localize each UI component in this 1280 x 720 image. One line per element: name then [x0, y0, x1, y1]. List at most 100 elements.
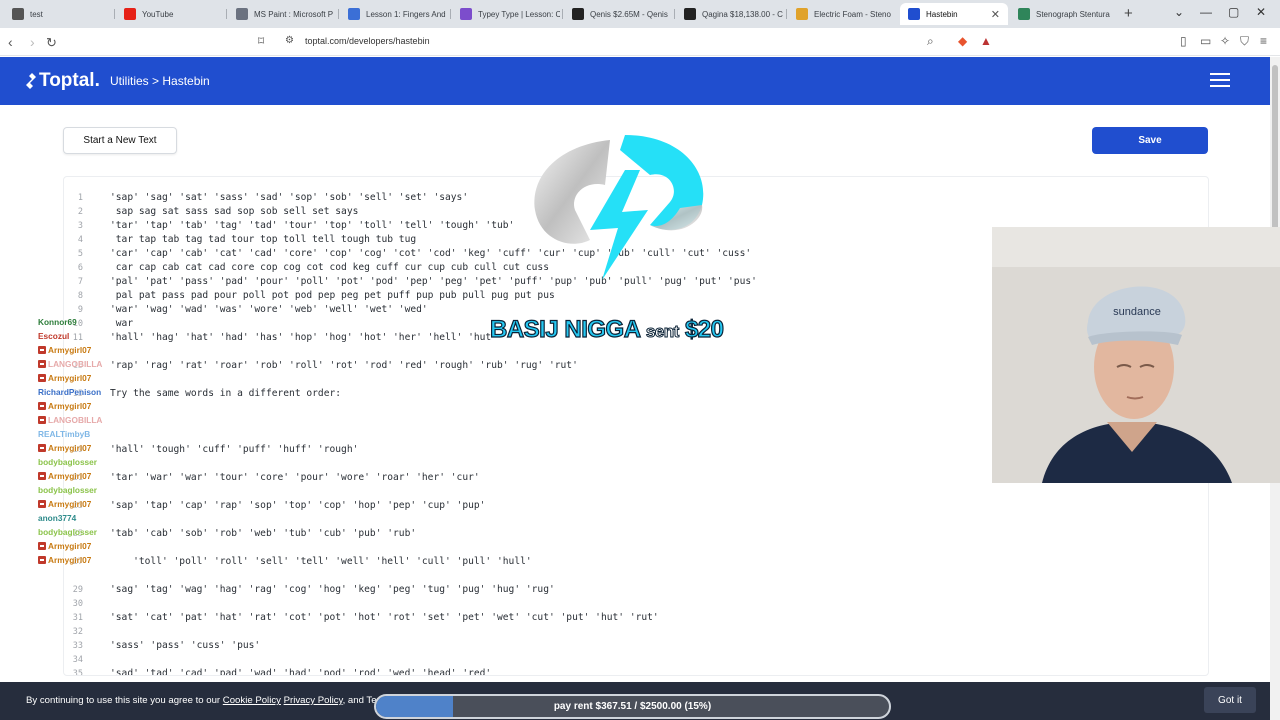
chat-badge-icon [38, 360, 46, 368]
line-text: 'tab' 'cab' 'sob' 'rob' 'web' 'tub' 'cub… [110, 528, 417, 539]
browser-tab[interactable]: Qagina $18,138.00 - C [676, 3, 784, 25]
chat-message: Armygirl07 [38, 498, 91, 510]
line-number: 35 [72, 669, 83, 676]
chat-username: Armygirl07 [48, 555, 92, 565]
tab-label: Qagina $18,138.00 - C [702, 9, 783, 19]
chat-badge-icon [38, 542, 46, 550]
tab-close-icon[interactable]: ✕ [991, 8, 1000, 21]
cookie-prefix: By continuing to use this site you agree… [26, 695, 221, 706]
vpn-icon[interactable]: ⛉ [1240, 34, 1249, 49]
toptal-mark-icon [26, 73, 36, 89]
cap-text: sundance [1113, 306, 1161, 318]
browser-tab[interactable]: Qenis $2.65M - Qenis [564, 3, 672, 25]
tab-favicon-icon [1018, 8, 1030, 20]
tab-separator [674, 9, 675, 19]
line-text: Try the same words in a different order: [110, 388, 342, 399]
sidebar-icon[interactable]: ▯ [1180, 34, 1187, 48]
chat-username: Escozul [38, 331, 70, 341]
chat-message: bodybaglosser [38, 484, 97, 496]
breadcrumb[interactable]: Utilities > Hastebin [110, 74, 210, 88]
tab-favicon-icon [460, 8, 472, 20]
chat-username: Konnor69 [38, 317, 77, 327]
tab-label: Typey Type | Lesson: C [478, 9, 560, 19]
address-bar[interactable]: ⚙ toptal.com/developers/hastebin ⌕ [276, 31, 996, 53]
tab-label: Lesson 1: Fingers And [366, 9, 446, 19]
chat-message: REALTimbyB [38, 428, 90, 440]
new-tab-button[interactable]: + [1124, 5, 1133, 22]
line-number: 7 [77, 277, 83, 287]
browser-tab[interactable]: MS Paint : Microsoft P [228, 3, 336, 25]
wallet-icon[interactable]: ▭ [1200, 34, 1211, 48]
save-button[interactable]: Save [1092, 127, 1208, 154]
new-text-button[interactable]: Start a New Text [63, 127, 177, 154]
chat-username: Armygirl07 [48, 443, 92, 453]
chat-message: Armygirl07 [38, 540, 91, 552]
chat-badge-icon [38, 416, 46, 424]
chat-username: Armygirl07 [48, 541, 92, 551]
browser-tab[interactable]: Hastebin ✕ [900, 3, 1008, 25]
editor-line: 31 'sat' 'cat' 'pat' 'hat' 'rat' 'cot' 'p… [64, 611, 1204, 625]
chat-message: RichardPenison [38, 386, 101, 398]
chat-badge-icon [38, 444, 46, 452]
line-number: 29 [72, 585, 83, 595]
line-text: 'tar' 'tap' 'tab' 'tag' 'tad' 'tour' 'to… [110, 220, 515, 231]
tab-label: Stenograph Stentura [1036, 9, 1110, 19]
chat-username: Armygirl07 [48, 345, 92, 355]
window-close-icon[interactable]: ✕ [1256, 5, 1266, 19]
tab-separator [562, 9, 563, 19]
leo-icon[interactable]: ✧ [1220, 34, 1230, 48]
chat-message: Armygirl07 [38, 470, 91, 482]
chat-message: Armygirl07 [38, 372, 91, 384]
donation-alert: BASIJ NIGGA sent $20 [489, 315, 724, 344]
site-info-icon[interactable]: ⚙ [285, 35, 294, 46]
hamburger-menu-icon[interactable] [1210, 73, 1230, 87]
line-number: 32 [72, 627, 83, 637]
browser-tab[interactable]: YouTube [116, 3, 224, 25]
reload-icon[interactable]: ↻ [46, 35, 57, 51]
forward-icon[interactable]: › [30, 34, 35, 50]
chat-badge-icon [38, 402, 46, 410]
url-text: toptal.com/developers/hastebin [305, 36, 430, 46]
line-number: 2 [77, 207, 83, 217]
privacy-policy-link[interactable]: Privacy Policy [284, 695, 343, 706]
browser-tab[interactable]: Electric Foam - Steno [788, 3, 896, 25]
brave-shield-icon[interactable]: ◆ [958, 34, 967, 48]
tab-search-icon[interactable]: ⌄ [1174, 5, 1184, 19]
chat-username: Armygirl07 [48, 499, 92, 509]
browser-tab[interactable]: test [4, 3, 112, 25]
line-number: 3 [77, 221, 83, 231]
cookie-policy-link[interactable]: Cookie Policy [223, 695, 281, 706]
bookmark-icon[interactable]: ⌑ [258, 34, 264, 48]
browser-tab[interactable]: Typey Type | Lesson: C [452, 3, 560, 25]
chat-badge-icon [38, 374, 46, 382]
tab-separator [338, 9, 339, 19]
toptal-logo[interactable]: Toptal. [26, 70, 100, 92]
line-text: 'sad' 'tad' 'cad' 'pad' 'wad' 'had' 'pod… [110, 668, 492, 676]
line-text: pal pat pass pad pour poll pot pod pep p… [110, 290, 555, 301]
editor-line: 23'sap' 'tap' 'cap' 'rap' 'sop' 'top' 'c… [64, 499, 1204, 513]
line-text: car cap cab cat cad core cop cog cot cod… [110, 262, 549, 273]
zoom-icon[interactable]: ⌕ [927, 34, 934, 49]
goal-text: pay rent $367.51 / $2500.00 (15%) [553, 701, 712, 712]
browser-tab[interactable]: Lesson 1: Fingers And [340, 3, 448, 25]
chat-message: LANGOBILLA [38, 414, 102, 426]
line-text: 'hall' 'tough' 'cuff' 'puff' 'huff' 'rou… [110, 444, 359, 455]
chat-username: Armygirl07 [48, 373, 92, 383]
line-text: 'hall' 'hag' 'hat' 'had' 'has' 'hop' 'ho… [110, 332, 497, 343]
minimize-icon[interactable]: — [1200, 5, 1212, 19]
back-icon[interactable]: ‹ [8, 34, 13, 50]
line-number: 8 [77, 291, 83, 301]
rewards-icon[interactable]: ▲ [980, 34, 992, 48]
line-text: 'sap' 'tap' 'cap' 'rap' 'sop' 'top' 'cop… [110, 500, 486, 511]
webcam-feed: sundance [992, 227, 1280, 483]
maximize-icon[interactable]: ▢ [1228, 5, 1239, 19]
chat-badge-icon [38, 500, 46, 508]
line-text: 'rap' 'rag' 'rat' 'roar' 'rob' 'roll' 'r… [110, 360, 578, 371]
line-text: 'war' 'wag' 'wad' 'was' 'wore' 'web' 'we… [110, 304, 428, 315]
line-number: 5 [77, 249, 83, 259]
chat-username: Armygirl07 [48, 401, 92, 411]
chat-badge-icon [38, 472, 46, 480]
browser-tab[interactable]: Stenograph Stentura [1010, 3, 1118, 25]
got-it-button[interactable]: Got it [1204, 687, 1256, 713]
menu-icon[interactable]: ≡ [1260, 34, 1267, 48]
